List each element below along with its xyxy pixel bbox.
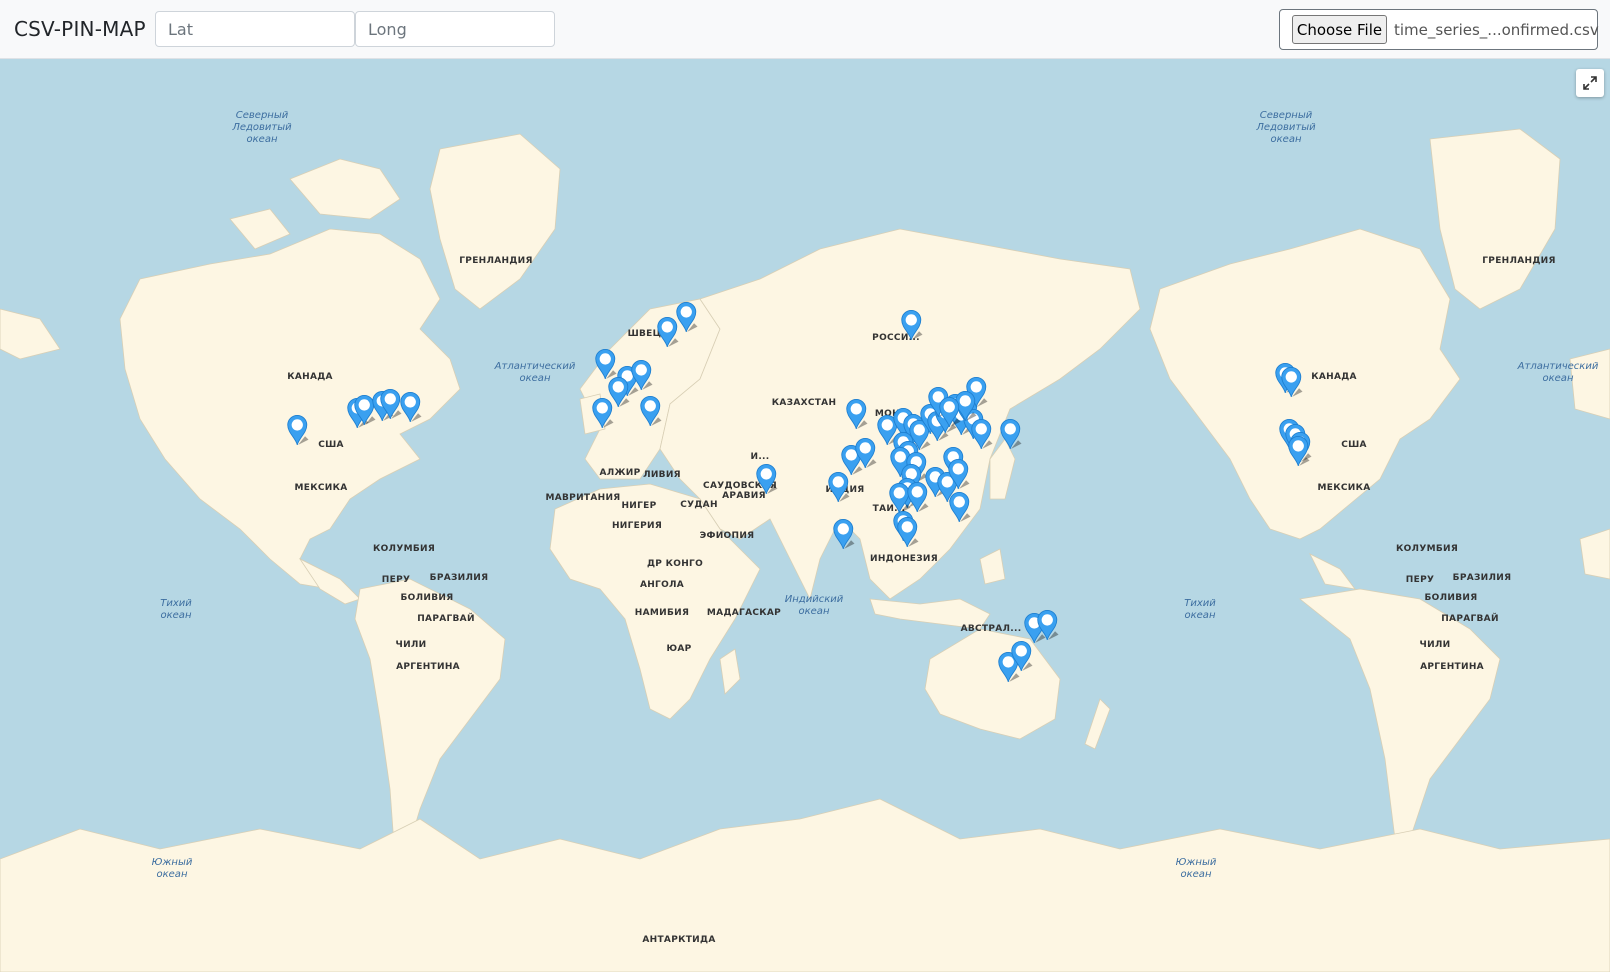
- country-label-brazil-2: БРАЗИЛИЯ: [1452, 573, 1512, 583]
- map-pin-icon[interactable]: [948, 488, 974, 528]
- country-label-argentina-2: АРГЕНТИНА: [1420, 662, 1484, 672]
- choose-file-button[interactable]: Choose File: [1292, 15, 1387, 44]
- country-label-nigeria: НИГЕРИЯ: [611, 521, 663, 531]
- map-pin-icon[interactable]: [1036, 606, 1062, 646]
- country-label-canada-2: КАНАДА: [1311, 372, 1357, 382]
- ocean-label-southern-2: Южный океан: [1175, 857, 1217, 880]
- country-label-mauritania: МАВРИТАНИЯ: [545, 493, 621, 503]
- country-label-bolivia-1: БОЛИВИЯ: [400, 593, 454, 603]
- ocean-label-atlantic-2: Атлантический океан: [1517, 361, 1599, 384]
- country-label-ethiopia: ЭФИОПИЯ: [699, 531, 755, 541]
- country-label-peru-1: ПЕРУ: [381, 575, 411, 585]
- country-label-usa-2: США: [1341, 440, 1367, 450]
- world-map[interactable]: Северный Ледовитый океан Северный Ледовит…: [0, 59, 1610, 972]
- country-label-greenland-1: ГРЕНЛАНДИЯ: [459, 256, 533, 266]
- app-title[interactable]: CSV-PIN-MAP: [14, 17, 146, 41]
- country-label-mexico-2: МЕКСИКА: [1317, 483, 1371, 493]
- file-input[interactable]: Choose File time_series_...onfirmed.csv: [1279, 9, 1599, 50]
- file-name-label: time_series_...onfirmed.csv: [1394, 21, 1599, 39]
- country-label-paraguay-1: ПАРАГВАЙ: [417, 614, 475, 624]
- country-label-sudan: СУДАН: [680, 500, 718, 510]
- expand-icon: [1583, 76, 1597, 90]
- map-pin-icon[interactable]: [286, 411, 312, 451]
- country-label-niger: НИГЕР: [621, 501, 657, 511]
- map-base: [0, 128, 1610, 972]
- map-pin-icon[interactable]: [832, 515, 858, 555]
- map-pin-icon[interactable]: [591, 394, 617, 434]
- country-label-libya: ЛИВИЯ: [643, 470, 681, 480]
- map-pin-icon[interactable]: [639, 392, 665, 432]
- country-label-colombia-2: КОЛУМБИЯ: [1395, 544, 1459, 554]
- map-pin-icon[interactable]: [896, 513, 922, 553]
- country-label-greenland-2: ГРЕНЛАНДИЯ: [1482, 256, 1556, 266]
- ocean-label-arctic-1: Северный Ледовитый океан: [232, 110, 292, 145]
- ocean-label-pacific-2: Тихий океан: [1184, 598, 1216, 621]
- country-label-namibia: НАМИБИЯ: [634, 608, 690, 618]
- ocean-label-pacific-1: Тихий океан: [160, 598, 192, 621]
- country-label-kazakhstan: КАЗАХСТАН: [771, 398, 837, 408]
- map-pin-icon[interactable]: [845, 395, 871, 435]
- map-pin-icon[interactable]: [755, 460, 781, 500]
- ocean-label-arctic-2: Северный Ледовитый океан: [1256, 110, 1316, 145]
- country-label-algeria: АЛЖИР: [599, 468, 641, 478]
- map-pin-icon[interactable]: [1280, 363, 1306, 403]
- map-pin-icon[interactable]: [675, 298, 701, 338]
- country-label-sa: ЮАР: [666, 644, 692, 654]
- map-pin-icon[interactable]: [630, 356, 656, 396]
- map-pin-icon[interactable]: [399, 388, 425, 428]
- ocean-label-atlantic-1: Атлантический океан: [494, 361, 576, 384]
- country-label-chile-2: ЧИЛИ: [1419, 640, 1451, 650]
- country-label-usa-1: США: [318, 440, 344, 450]
- fullscreen-button[interactable]: [1576, 69, 1604, 97]
- country-label-antarctica: АНТАРКТИДА: [642, 935, 716, 945]
- navbar: CSV-PIN-MAP Choose File time_series_...o…: [0, 0, 1610, 59]
- country-label-peru-2: ПЕРУ: [1405, 575, 1435, 585]
- map-pin-icon[interactable]: [900, 306, 926, 346]
- ocean-label-indian: Индийский океан: [784, 594, 844, 617]
- country-label-australia: АВСТРАЛ...: [960, 624, 1022, 634]
- country-label-drc: ДР КОНГО: [646, 559, 704, 569]
- country-label-chile-1: ЧИЛИ: [395, 640, 427, 650]
- country-label-colombia-1: КОЛУМБИЯ: [372, 544, 436, 554]
- map-pin-icon[interactable]: [938, 393, 964, 433]
- country-label-angola: АНГОЛА: [639, 580, 685, 590]
- country-label-argentina-1: АРГЕНТИНА: [396, 662, 460, 672]
- lat-input[interactable]: [155, 11, 355, 47]
- country-label-bolivia-2: БОЛИВИЯ: [1424, 593, 1478, 603]
- country-label-madagascar: МАДАГАСКАР: [706, 608, 782, 618]
- country-label-paraguay-2: ПАРАГВАЙ: [1441, 614, 1499, 624]
- long-input[interactable]: [355, 11, 555, 47]
- country-label-canada-1: КАНАДА: [287, 372, 333, 382]
- country-label-brazil-1: БРАЗИЛИЯ: [429, 573, 489, 583]
- country-label-indonesia: ИНДОНЕЗИЯ: [870, 554, 938, 564]
- country-label-mexico-1: МЕКСИКА: [294, 483, 348, 493]
- ocean-label-southern-1: Южный океан: [151, 857, 193, 880]
- map-pin-icon[interactable]: [999, 415, 1025, 455]
- map-pin-icon[interactable]: [1287, 432, 1313, 472]
